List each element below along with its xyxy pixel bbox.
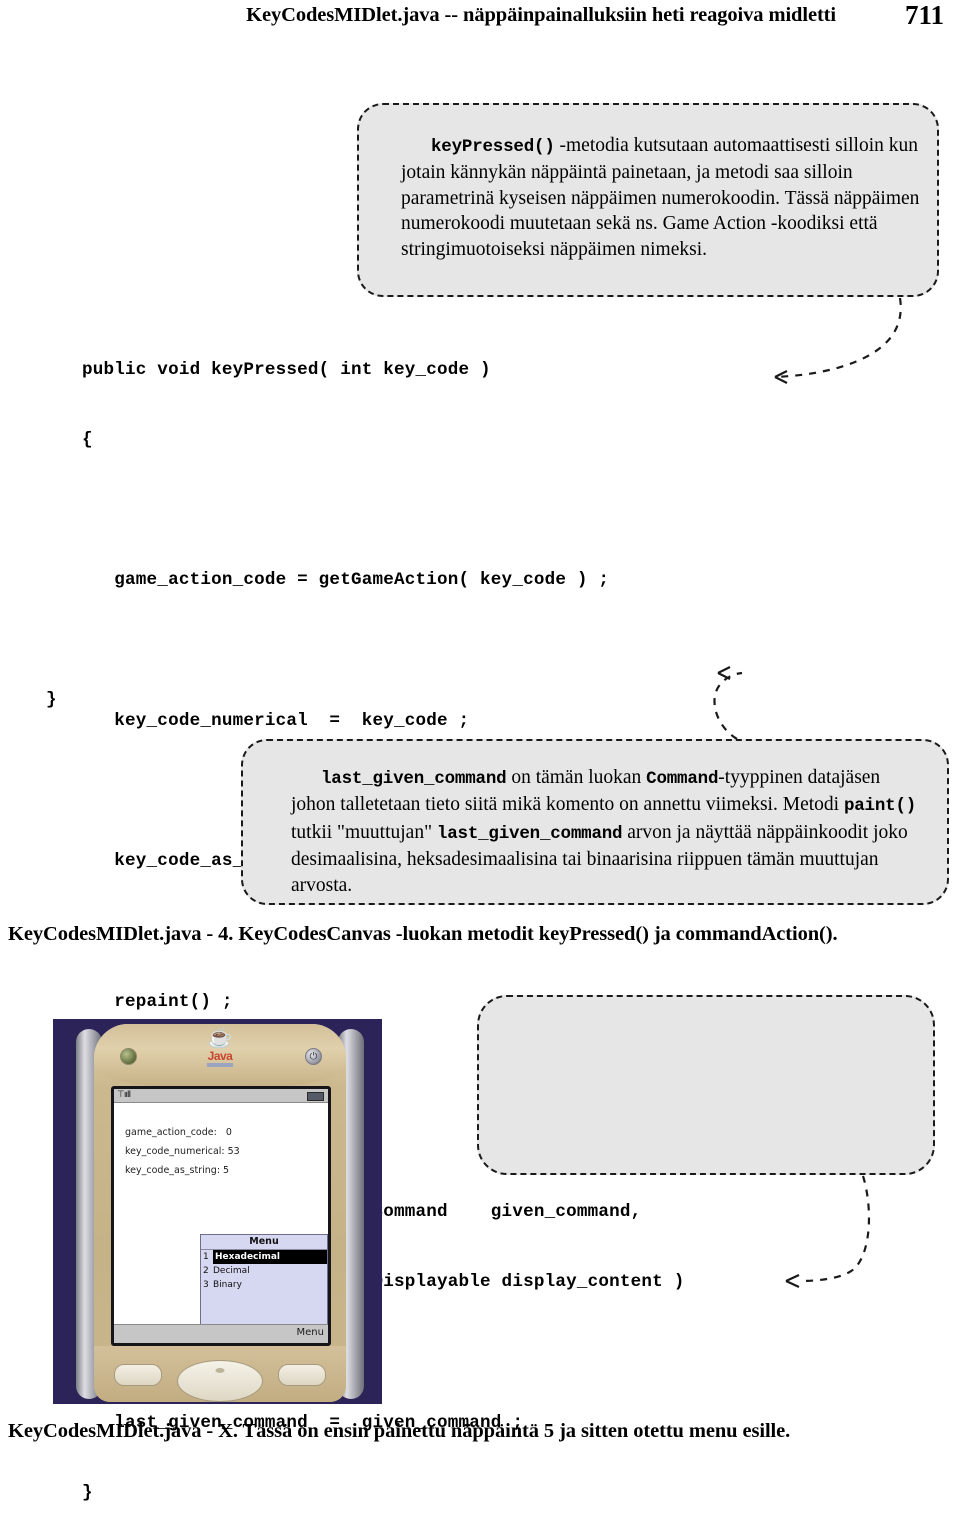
callout-top-text: keyPressed() -metodia kutsutaan automaat… (401, 133, 925, 262)
page-number: 711 (904, 0, 944, 30)
java-powered-bar-icon (207, 1063, 233, 1067)
code-line: { (82, 430, 93, 451)
canvas-text-key-code-as-string: key_code_as_string: 5 (125, 1165, 230, 1176)
callout-bottom-seg-2: on tämän luokan (506, 767, 647, 788)
canvas-text-key-code-numerical: key_code_numerical: 53 (125, 1146, 240, 1157)
page-title: KeyCodesMIDlet.java -- näppäinpainalluks… (246, 4, 836, 26)
right-softkey-button[interactable] (278, 1364, 326, 1386)
menu-item-number: 3 (203, 1280, 209, 1290)
menu-item-hexadecimal[interactable]: 1 Hexadecimal (201, 1250, 327, 1264)
battery-icon (307, 1092, 324, 1101)
menu-item-number: 2 (203, 1266, 209, 1276)
callout-top-code-term: keyPressed() (431, 137, 555, 157)
java-wordmark: Java (207, 1049, 233, 1063)
code-line: key_code_numerical = key_code ; (82, 710, 470, 731)
phone-power-button[interactable]: ⏻ (305, 1048, 322, 1065)
code-line: } (82, 1483, 93, 1504)
callout-lastgivencommand-explanation: last_given_command on tämän luokan Comma… (241, 739, 949, 905)
phone-screen[interactable]: ⊤ııII game_action_code: 0 key_code_numer… (114, 1089, 328, 1343)
status-bar: ⊤ııII (114, 1089, 328, 1103)
softkey-label-menu[interactable]: Menu (297, 1327, 324, 1338)
figure-caption-4: KeyCodesMIDlet.java - 4. KeyCodesCanvas … (8, 923, 838, 945)
midlet-canvas: game_action_code: 0 key_code_numerical: … (114, 1103, 328, 1339)
dpad-navigation-button[interactable] (177, 1360, 263, 1402)
page-header: KeyCodesMIDlet.java -- näppäinpainalluks… (0, 0, 960, 40)
callout-bottom-seg-6: tutkii "muuttujan" (291, 821, 437, 843)
power-icon: ⏻ (309, 1051, 318, 1062)
phone-emulator-screenshot: ☕ Java ⏻ ⊤ııII game_action_code: 0 key_c… (53, 1019, 382, 1404)
callout-empty-placeholder (477, 995, 935, 1175)
menu-item-binary[interactable]: 3 Binary (201, 1278, 327, 1292)
menu-item-label: Binary (213, 1280, 242, 1290)
menu-title: Menu (201, 1235, 327, 1250)
callout-bottom-term-4: last_given_command (436, 823, 623, 844)
phone-screen-bezel: ⊤ııII game_action_code: 0 key_code_numer… (111, 1086, 331, 1346)
callout-keypressed-explanation: keyPressed() -metodia kutsutaan automaat… (357, 103, 939, 297)
phone-indicator-led (120, 1048, 137, 1065)
callout-bottom-text: last_given_command on tämän luokan Comma… (291, 765, 925, 898)
canvas-text-game-action-code: game_action_code: 0 (125, 1127, 232, 1138)
java-logo-icon: ☕ Java (200, 1028, 240, 1067)
menu-item-label: Decimal (213, 1266, 250, 1276)
signal-strength-icon: ⊤ııII (117, 1090, 131, 1100)
phone-shell: ☕ Java ⏻ ⊤ııII game_action_code: 0 key_c… (94, 1024, 346, 1402)
menu-item-decimal[interactable]: 2 Decimal (201, 1264, 327, 1278)
softkey-bar: Menu (114, 1324, 328, 1343)
code-line: public void keyPressed( int key_code ) (82, 359, 491, 380)
phone-keypad-area (94, 1346, 346, 1402)
callout-bottom-term-3: paint() (843, 796, 917, 817)
java-coffee-cup-icon: ☕ (207, 1027, 233, 1049)
menu-item-number: 1 (203, 1252, 209, 1262)
callout-bottom-term-1: last_given_command (321, 769, 507, 789)
callout-bottom-term-2: Command (646, 769, 719, 789)
code-line: game_action_code = getGameAction( key_co… (82, 570, 610, 591)
phone-body: ☕ Java ⏻ ⊤ııII game_action_code: 0 key_c… (76, 1019, 364, 1404)
phone-top-band: ☕ Java ⏻ (94, 1024, 346, 1086)
dpad-center-icon (215, 1368, 225, 1373)
left-softkey-button[interactable] (114, 1364, 162, 1386)
figure-caption-x: KeyCodesMIDlet.java - X. Tässä on ensin … (8, 1420, 791, 1442)
menu-item-label: Hexadecimal (213, 1250, 327, 1264)
code-closing-brace: } (46, 690, 57, 710)
